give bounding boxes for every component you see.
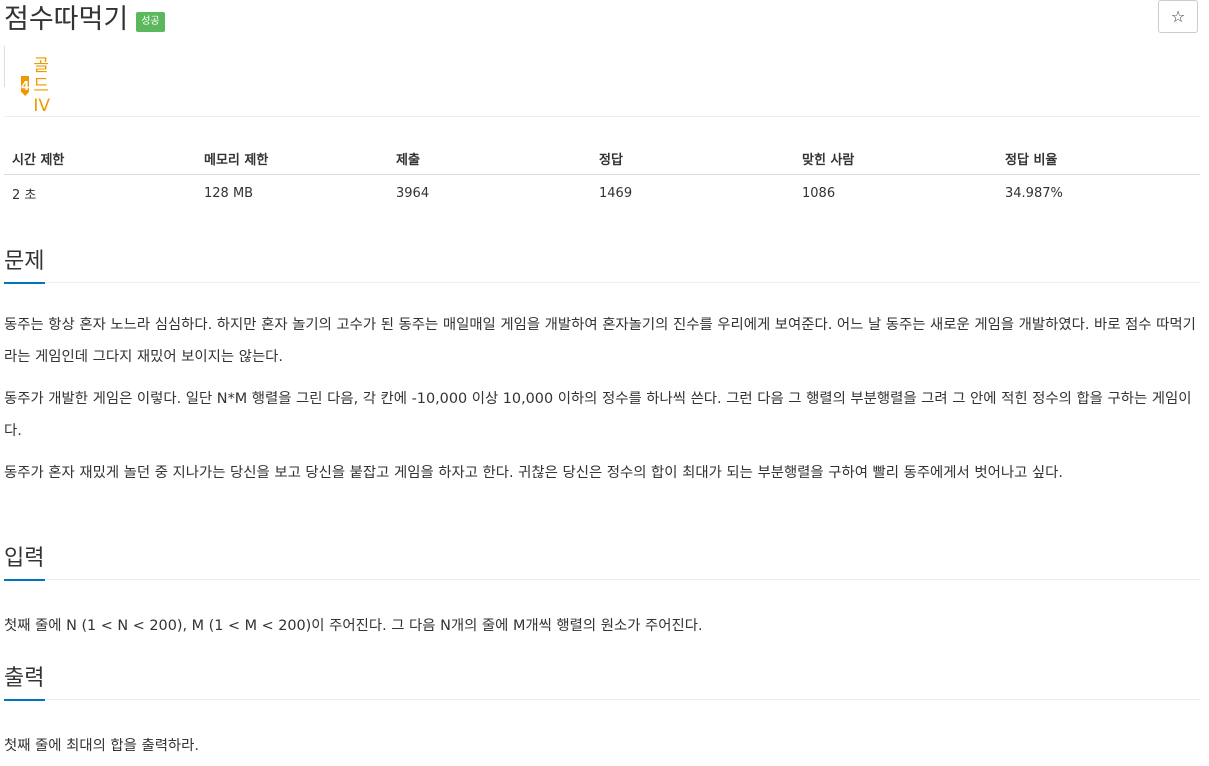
table-header-row: 시간 제한 메모리 제한 제출 정답 맞힌 사람 정답 비율	[4, 142, 1200, 175]
favorite-star-button[interactable]: ☆	[1158, 0, 1198, 33]
section-header: 문제	[4, 246, 1200, 284]
ratio-value: 34.987%	[1005, 185, 1063, 201]
header-ratio: 정답 비율	[997, 142, 1200, 175]
input-section: 입력 첫째 줄에 N (1 < N < 200), M (1 < M < 200…	[4, 543, 1200, 642]
status-badge: 성공	[136, 12, 165, 32]
section-underline	[4, 282, 45, 284]
problem-paragraph: 동주는 항상 혼자 노느라 심심하다. 하지만 혼자 놀기의 고수가 된 동주는…	[4, 317, 1196, 365]
header-submissions: 제출	[388, 142, 591, 175]
section-header: 출력	[4, 663, 1200, 701]
output-heading: 출력	[4, 666, 45, 691]
star-icon: ☆	[1170, 7, 1186, 26]
header-solvers: 맞힌 사람	[794, 142, 997, 175]
memory-limit-value: 128 MB	[204, 185, 254, 201]
header-time-limit: 시간 제한	[4, 142, 196, 175]
problem-body: 동주는 항상 혼자 노느라 심심하다. 하지만 혼자 놀기의 고수가 된 동주는…	[4, 309, 1200, 489]
table-row: 2 초 128 MB 3964 1469 1086 34.987%	[4, 175, 1200, 212]
problem-title: 점수따먹기	[4, 4, 129, 35]
output-section: 출력 첫째 줄에 최대의 합을 출력하라.	[4, 663, 1200, 762]
header-memory-limit: 메모리 제한	[196, 142, 388, 175]
tier-icon: 4	[21, 76, 30, 96]
time-limit-value: 2 초	[12, 187, 37, 203]
output-description: 첫째 줄에 최대의 합을 출력하라.	[4, 738, 199, 754]
input-description: 첫째 줄에 N (1 < N < 200), M (1 < M < 200)이 …	[4, 618, 703, 634]
problem-section: 문제 동주는 항상 혼자 노느라 심심하다. 하지만 혼자 놀기의 고수가 된 …	[4, 246, 1200, 489]
problem-paragraph: 동주가 개발한 게임은 이렇다. 일단 N*M 행렬을 그린 다음, 각 칸에 …	[4, 391, 1192, 439]
problem-info-table: 시간 제한 메모리 제한 제출 정답 맞힌 사람 정답 비율 2 초 128 M…	[4, 142, 1200, 211]
section-underline	[4, 699, 45, 701]
tier-box: 4 골드 IV	[4, 46, 50, 116]
solvers-value: 1086	[802, 185, 836, 201]
submissions-value: 3964	[396, 185, 430, 201]
section-underline	[4, 579, 45, 581]
divider	[4, 116, 1200, 117]
tier-label: 골드 IV	[33, 56, 51, 116]
problem-page: 점수따먹기 성공 ☆ 4 골드 IV 시간 제한 메모리 제한 제출 정답 맞힌…	[0, 0, 1209, 766]
problem-heading: 문제	[4, 249, 45, 274]
input-heading: 입력	[4, 546, 45, 571]
accepted-value: 1469	[599, 185, 633, 201]
tier-link[interactable]: 4 골드 IV	[21, 56, 59, 116]
section-header: 입력	[4, 543, 1200, 581]
header-accepted: 정답	[591, 142, 794, 175]
problem-paragraph: 동주가 혼자 재밌게 놀던 중 지나가는 당신을 보고 당신을 붙잡고 게임을 …	[4, 465, 1063, 481]
title-row: 점수따먹기 성공	[4, 0, 165, 40]
